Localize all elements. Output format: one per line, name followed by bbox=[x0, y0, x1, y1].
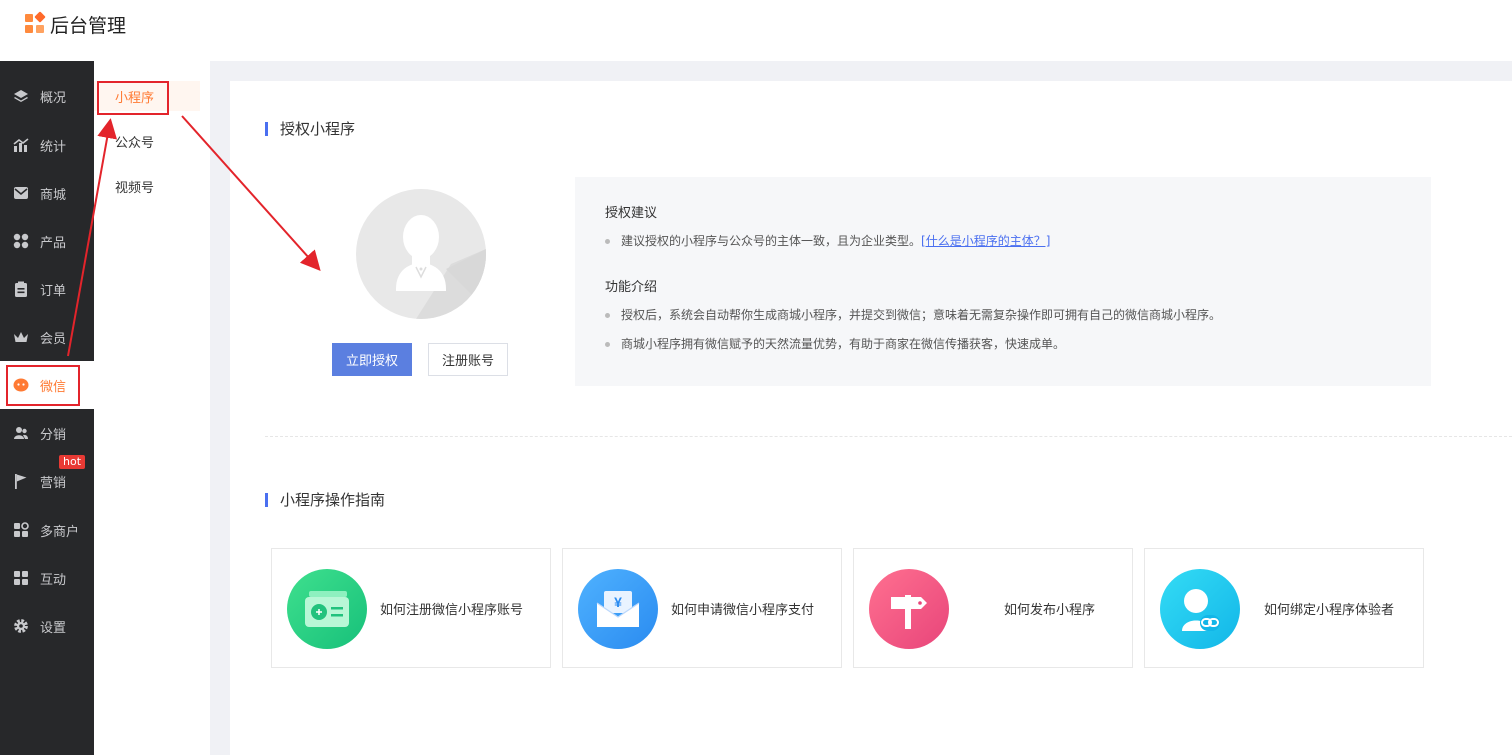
auth-title-text: 授权小程序 bbox=[280, 120, 356, 138]
sidebar-item-label: 会员 bbox=[40, 331, 67, 347]
sidebar-item-label: 互动 bbox=[40, 572, 67, 588]
auth-tips-panel: 授权建议 建议授权的小程序与公众号的主体一致，且为企业类型。[什么是小程序的主体… bbox=[575, 177, 1431, 386]
default-avatar-icon bbox=[356, 189, 486, 319]
guide-card-label: 如何绑定小程序体验者 bbox=[1264, 603, 1395, 618]
sidebar-item-label: 概况 bbox=[40, 90, 67, 106]
sidebar-item-label: 统计 bbox=[40, 139, 67, 155]
intro-list: 授权后，系统会自动帮你生成商城小程序，并提交到微信；意味着无需复杂操作即可拥有自… bbox=[605, 304, 1401, 355]
sidebar-item-label: 分销 bbox=[40, 427, 67, 443]
app-title: 后台管理 bbox=[50, 14, 127, 37]
top-header: 后台管理 bbox=[0, 0, 1512, 61]
guide-card-label: 如何发布小程序 bbox=[1004, 603, 1096, 618]
svg-text:¥: ¥ bbox=[614, 594, 622, 610]
grid-icon bbox=[13, 233, 29, 249]
sidebar-item-interaction[interactable]: 互动 bbox=[0, 554, 94, 602]
guide-card-publish[interactable]: 如何发布小程序 bbox=[853, 548, 1133, 668]
annotation-highlight-miniprogram bbox=[97, 81, 169, 115]
sidebar-item-multi-merchant[interactable]: 多商户 bbox=[0, 506, 94, 554]
sidebar-item-mall[interactable]: 商城 bbox=[0, 169, 94, 217]
authorize-now-button[interactable]: 立即授权 bbox=[332, 343, 412, 376]
store-icon bbox=[13, 522, 29, 538]
suggest-text: 建议授权的小程序与公众号的主体一致，且为企业类型。 bbox=[621, 234, 922, 248]
flag-icon bbox=[13, 473, 29, 489]
brand[interactable]: 后台管理 bbox=[24, 11, 127, 37]
payment-envelope-icon: ¥ bbox=[578, 569, 658, 649]
annotation-highlight-wechat bbox=[6, 365, 80, 406]
sidebar-item-overview[interactable]: 概况 bbox=[0, 72, 94, 120]
register-account-button[interactable]: 注册账号 bbox=[428, 343, 508, 376]
main-sidebar: 概况 统计 商城 产品 订单 会员 微信 分销 营销 多商户 互动 设置 bbox=[0, 61, 94, 755]
auth-section-title: 授权小程序 bbox=[265, 118, 355, 139]
sidebar-item-distribution[interactable]: 分销 bbox=[0, 409, 94, 457]
suggest-list: 建议授权的小程序与公众号的主体一致，且为企业类型。[什么是小程序的主体？] bbox=[605, 230, 1401, 252]
sidebar-item-label: 商城 bbox=[40, 187, 67, 203]
sidebar-item-stats[interactable]: 统计 bbox=[0, 121, 94, 169]
guide-section-title: 小程序操作指南 bbox=[265, 489, 385, 510]
sidebar-item-settings[interactable]: 设置 bbox=[0, 602, 94, 650]
content-gutter bbox=[210, 61, 230, 755]
hot-badge: hot bbox=[59, 455, 86, 469]
apps-icon bbox=[13, 570, 29, 586]
list-item: 授权后，系统会自动帮你生成商城小程序，并提交到微信；意味着无需复杂操作即可拥有自… bbox=[605, 304, 1401, 326]
sidebar-item-label: 设置 bbox=[40, 620, 67, 636]
sidebar-item-products[interactable]: 产品 bbox=[0, 217, 94, 265]
register-card-icon bbox=[287, 569, 367, 649]
sidebar-item-label: 多商户 bbox=[40, 524, 80, 540]
sub-sidebar: 小程序 公众号 视频号 bbox=[94, 61, 210, 755]
guide-title-text: 小程序操作指南 bbox=[280, 491, 386, 509]
clipboard-icon bbox=[13, 281, 29, 297]
guide-card-payment[interactable]: ¥ 如何申请微信小程序支付 bbox=[562, 548, 842, 668]
gear-icon bbox=[13, 618, 29, 634]
sidebar-item-label: 订单 bbox=[40, 283, 67, 299]
what-is-entity-link[interactable]: [什么是小程序的主体？] bbox=[921, 234, 1050, 248]
guide-card-bind-tester[interactable]: 如何绑定小程序体验者 bbox=[1144, 548, 1424, 668]
brand-logo-icon bbox=[24, 11, 46, 35]
main-content: 授权小程序 立即授权 注册账号 授权建议 建议授权的小程序与公众号的主体一致，且… bbox=[230, 81, 1512, 755]
list-item: 建议授权的小程序与公众号的主体一致，且为企业类型。[什么是小程序的主体？] bbox=[605, 230, 1401, 252]
sidebar-item-label: 产品 bbox=[40, 235, 67, 251]
subnav-item-video-account[interactable]: 视频号 bbox=[94, 171, 210, 201]
users-icon bbox=[13, 425, 29, 441]
guide-card-register[interactable]: 如何注册微信小程序账号 bbox=[271, 548, 551, 668]
guide-card-label: 如何申请微信小程序支付 bbox=[671, 603, 815, 618]
sidebar-item-members[interactable]: 会员 bbox=[0, 313, 94, 361]
guide-card-label: 如何注册微信小程序账号 bbox=[380, 603, 524, 618]
suggest-title: 授权建议 bbox=[605, 206, 658, 221]
crown-icon bbox=[13, 329, 29, 345]
chart-icon bbox=[13, 137, 29, 153]
section-divider bbox=[265, 436, 1512, 437]
subnav-item-official-account[interactable]: 公众号 bbox=[94, 126, 210, 156]
mail-icon bbox=[13, 185, 29, 201]
signpost-icon bbox=[869, 569, 949, 649]
sidebar-item-orders[interactable]: 订单 bbox=[0, 265, 94, 313]
list-item: 商城小程序拥有微信赋予的天然流量优势，有助于商家在微信传播获客，快速成单。 bbox=[605, 333, 1401, 355]
layers-icon bbox=[13, 88, 29, 104]
user-link-icon bbox=[1160, 569, 1240, 649]
sidebar-item-label: 营销 bbox=[40, 475, 67, 491]
intro-title: 功能介绍 bbox=[605, 280, 658, 295]
